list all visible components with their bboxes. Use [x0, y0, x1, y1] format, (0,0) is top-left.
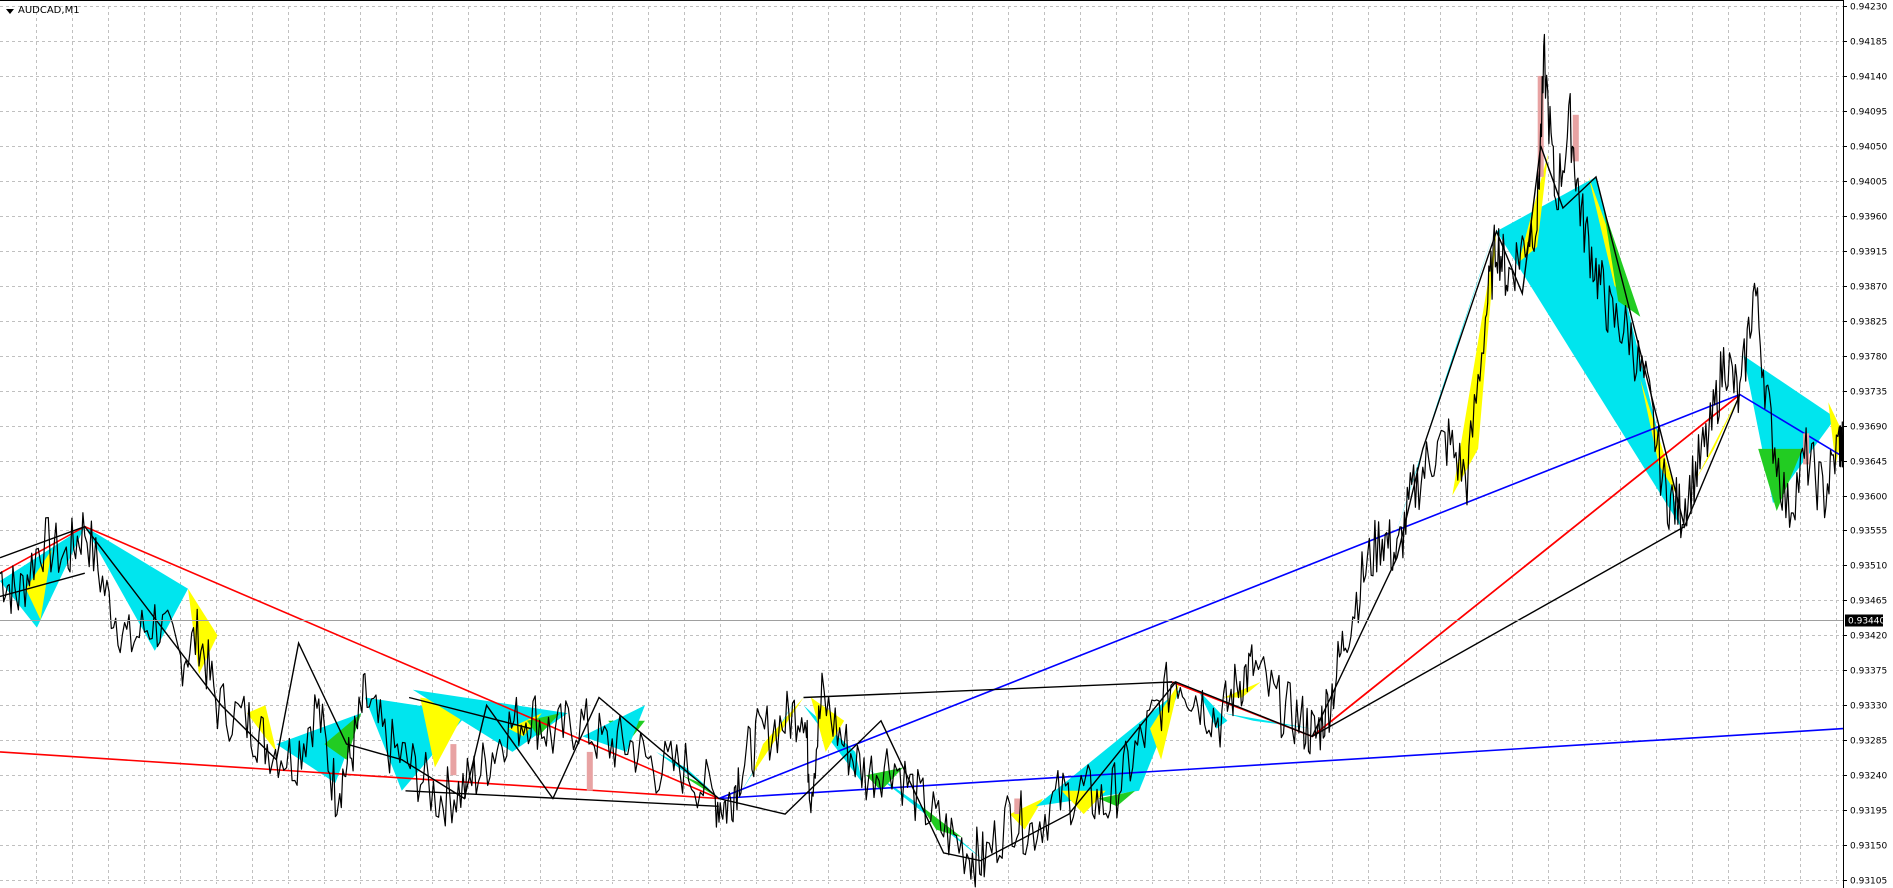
y-tick-label: 0.94005 — [1850, 178, 1887, 188]
y-tick-label: 0.93645 — [1850, 458, 1887, 468]
y-tick-label: 0.93285 — [1850, 737, 1887, 747]
chart-title: AUDCAD,M1 — [18, 5, 80, 16]
y-tick-label: 0.93960 — [1850, 213, 1887, 223]
y-tick-label: 0.93150 — [1850, 842, 1887, 852]
dropdown-triangle-icon[interactable] — [6, 8, 14, 14]
y-tick-label: 0.93330 — [1850, 702, 1887, 712]
y-tick-label: 0.93420 — [1850, 632, 1887, 642]
y-tick-label: 0.93735 — [1850, 388, 1887, 398]
y-tick-label: 0.93555 — [1850, 527, 1887, 537]
y-tick-label: 0.94185 — [1850, 38, 1887, 48]
y-tick-label: 0.93870 — [1850, 283, 1887, 293]
current-price-label: 0.93440 — [1848, 617, 1885, 627]
chart-background — [0, 0, 1893, 888]
y-tick-label: 0.93780 — [1850, 353, 1887, 363]
y-tick-label: 0.93825 — [1850, 318, 1887, 328]
y-tick-label: 0.93105 — [1850, 877, 1887, 887]
bear-candle — [586, 751, 593, 791]
price-chart[interactable]: 0.94230 0.94185 0.94140 0.94095 0.94050 0.940… — [0, 0, 1893, 888]
y-tick-label: 0.93510 — [1850, 562, 1887, 572]
y-tick-label: 0.93240 — [1850, 772, 1887, 782]
y-tick-label: 0.93915 — [1850, 248, 1887, 258]
y-tick-label: 0.94140 — [1850, 73, 1887, 83]
bear-candle — [450, 744, 457, 776]
y-tick-label: 0.94050 — [1850, 143, 1887, 153]
y-tick-label: 0.93375 — [1850, 667, 1887, 677]
y-tick-label: 0.93690 — [1850, 423, 1887, 433]
y-tick-label: 0.94095 — [1850, 108, 1887, 118]
y-tick-label: 0.93465 — [1850, 597, 1887, 607]
y-tick-label: 0.93600 — [1850, 493, 1887, 503]
chart-window[interactable]: AUDCAD,M1 0.94230 0.94185 0.94140 0.94095 0.… — [0, 0, 1893, 888]
y-tick-label: 0.94230 — [1850, 3, 1887, 13]
y-tick-label: 0.93195 — [1850, 807, 1887, 817]
chart-symbol-label[interactable]: AUDCAD,M1 — [6, 4, 80, 18]
